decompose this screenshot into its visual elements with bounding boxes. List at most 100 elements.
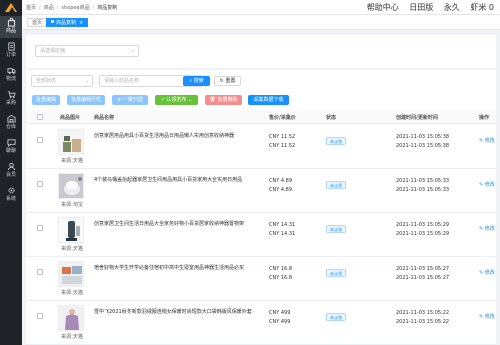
tab-home[interactable]: 首页 [27,18,48,27]
edit-link[interactable]: ✎ 修改 [479,269,495,276]
status-badge: 未认领 [326,137,346,145]
header-links: 帮助中心 日田版 永久 虾米 0 [359,2,494,13]
refresh-icon: ↻ [219,78,224,84]
product-image[interactable] [58,129,84,155]
version-link[interactable]: 日田版 [409,3,433,12]
sale-price: CNY 4.89 [269,178,293,184]
user-menu[interactable]: 虾米 0 [470,3,494,12]
row-checkbox[interactable] [37,269,43,275]
product-image[interactable] [58,305,84,331]
select-all-checkbox[interactable] [37,114,43,120]
truck-icon [6,68,16,75]
product-source: 来源:淘宝 [61,202,83,208]
product-source: 来源:天猫 [61,290,83,296]
sidebar-item-warehouse[interactable]: 仓库 [0,112,22,134]
license-link[interactable]: 永久 [444,3,460,12]
breadcrumb-shopee[interactable]: shopee商品 [61,5,89,11]
edit-link[interactable]: ✎ 修改 [479,225,495,232]
reset-label: 重置 [225,78,236,84]
search-icon: ⌕ [189,78,193,84]
sidebar-item-label: 仓库 [5,124,16,130]
product-times: 2021-11-03 15:05:27 2021-11-03 15:05:27 [396,265,449,283]
product-name[interactable]: 雪中飞2021秋冬新款羽绒服连帽女保暖时尚短款大口袋韩版风保暖外套 [94,309,269,316]
bag-icon [7,18,15,27]
created-time: 2021-11-03 15:05:22 [396,310,450,316]
row-checkbox[interactable] [37,137,43,143]
sidebar-item-goods[interactable]: 商品 [0,16,22,38]
batch-edit-row-button[interactable]: 批量编辑行性 [67,95,105,105]
edit-link[interactable]: ✎ 修改 [479,137,495,144]
breadcrumb-current: 商品复制 [97,5,118,11]
sidebar-item-label: 会员 [5,172,16,178]
batch-delete-button[interactable]: 🗑 批量删除 [205,95,242,105]
shop-select-placeholder: 请选择店铺 [40,48,66,54]
sidebar-item-logistics[interactable]: 物流 [0,64,22,86]
warehouse-icon [6,114,16,123]
row-checkbox[interactable] [37,225,43,231]
sidebar-item-purchase[interactable]: 采购 [0,88,22,110]
updated-time: 2021-11-03 15:05:33 [396,187,450,193]
edit-link[interactable]: ✎ 修改 [479,313,495,320]
product-name[interactable]: 宿舍好物大学生开学必备住宿初中高中生寝室用品神器生活用品必买 [94,265,269,272]
sale-price: CNY 11.52 [269,134,296,140]
row-checkbox[interactable] [37,181,43,187]
chevron-down-icon: ⌄ [188,97,193,103]
edit-link[interactable]: ✎ 修改 [479,181,495,188]
cart-icon [7,91,16,99]
edit-label: 修改 [484,182,495,188]
help-center-link[interactable]: 帮助中心 [367,3,399,12]
close-icon[interactable]: × [79,20,83,26]
collect-price: CNY 499 [269,319,291,325]
sidebar-item-member[interactable]: 会员 [0,160,22,182]
logo [5,3,17,12]
auto-publish-button[interactable]: ✓ 认领发布 ⌄ [155,95,198,105]
chevron-down-icon: ⌄ [84,78,89,84]
one-click-publish-button[interactable]: ➤ 一键刊登 [112,95,148,105]
product-name[interactable]: 创意家居卫生间生活日用品大全家务好物小百货居家收纳神器置物架 [94,221,269,228]
table-row: 来源:天猫 创意家居卫生间生活日用品大全家务好物小百货居家收纳神器置物架 CNY… [26,213,496,257]
collect-download-label: 采集数据下载 [253,97,284,103]
product-image[interactable] [58,217,84,243]
product-name[interactable]: 创意家居用品用具小百货生活用品日用品懒人实用创意收纳神器 [94,133,269,140]
status-badge: 未认领 [326,181,346,189]
gear-icon [7,187,15,194]
product-price: CNY 11.52 CNY 11.52 [269,133,295,151]
member-icon [7,162,15,171]
table-row: 来源:天猫 雪中飞2021秋冬新款羽绒服连帽女保暖时尚短款大口袋韩版风保暖外套 … [26,301,496,345]
status-select[interactable]: 全部状态 ⌄ [31,75,93,87]
batch-edit-button[interactable]: 批量编辑 [32,95,60,105]
table-row: 来源:天猫 创意家居用品用具小百货生活用品日用品懒人实用创意收纳神器 CNY 1… [26,125,496,169]
product-image[interactable] [58,173,84,199]
edit-label: 修改 [484,226,495,232]
product-source: 来源:天猫 [61,246,83,252]
sidebar-item-chat[interactable]: 聊聊 [0,136,22,158]
product-times: 2021-11-03 15:05:33 2021-11-03 15:05:33 [396,177,449,195]
top-header: 首页 / 商品 / shopee商品 / 商品复制 帮助中心 日田版 永久 虾米 0 [22,0,500,15]
breadcrumb-home[interactable]: 首页 [26,5,36,11]
breadcrumb-goods[interactable]: 商品 [44,5,54,11]
tab-product-copy[interactable]: 商品复制 × [46,18,89,27]
auto-publish-label: 认领发布 [166,97,187,103]
reset-button[interactable]: ↻ 重置 [214,76,241,86]
product-times: 2021-11-03 15:05:38 2021-11-03 15:05:38 [396,133,449,151]
trash-icon: 🗑 [209,97,216,103]
updated-time: 2021-11-03 15:05:27 [396,275,450,281]
col-header-image: 商品图片 [60,115,81,121]
status-select-value: 全部状态 [36,78,57,84]
collect-price: CNY 16.8 [269,275,293,281]
search-button[interactable]: ⌕ 搜索 [183,76,210,86]
sidebar-item-system[interactable]: 系统 [0,184,22,206]
col-header-time: 创建时间/更新时间 [396,115,438,121]
sidebar-item-label: 物流 [5,76,16,82]
collect-download-button[interactable]: 采集数据下载 [248,95,289,105]
shop-select[interactable]: 请选择店铺 ⌄ [35,45,139,57]
table-header: 商品图片 商品名称 售价/采集价 状态 创建时间/更新时间 操作 [26,110,496,124]
product-image[interactable] [58,261,84,287]
product-price: CNY 4.89 CNY 4.89 [269,177,292,195]
sale-price: CNY 16.8 [269,266,293,272]
sidebar-item-orders[interactable]: 订单 [0,40,22,62]
row-checkbox[interactable] [37,313,43,319]
product-name[interactable]: 4个装马桶盖抬起器家居卫生间用品用具小百货家用大全实用日用品 [94,177,269,184]
sidebar-item-label: 商品 [5,28,16,34]
product-price: CNY 16.8 CNY 16.8 [269,265,292,283]
